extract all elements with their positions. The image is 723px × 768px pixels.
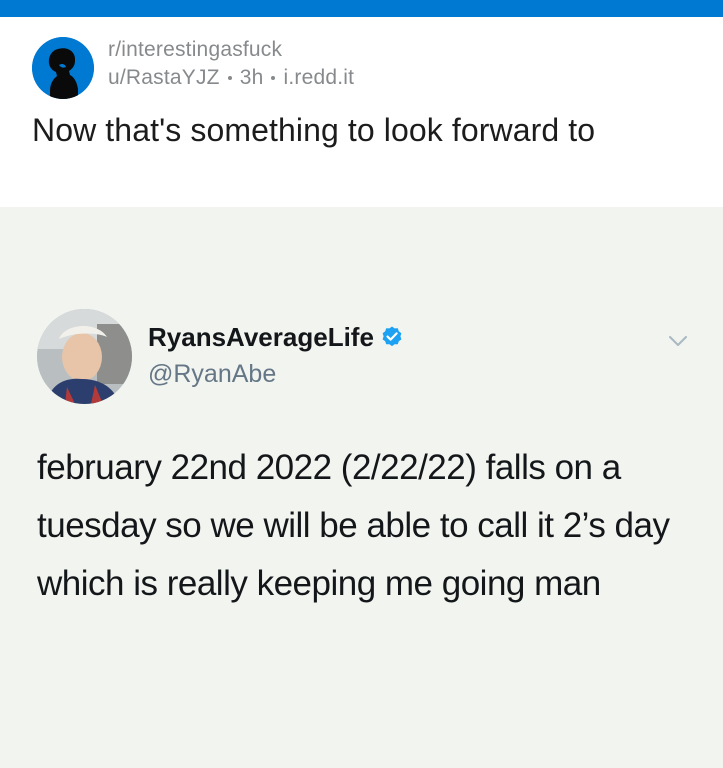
tweet-body-text: february 22nd 2022 (2/22/22) falls on a … (37, 448, 670, 603)
post-header: r/interestingasfuck u/RastaYJZ 3h i.redd… (0, 17, 723, 207)
subreddit-avatar[interactable] (32, 37, 94, 99)
top-accent-bar (0, 0, 723, 17)
separator-dot (227, 76, 232, 80)
post-title[interactable]: Now that's something to look forward to (32, 110, 692, 151)
post-meta: r/interestingasfuck u/RastaYJZ 3h i.redd… (108, 36, 354, 92)
subreddit-link[interactable]: r/interestingasfuck (108, 36, 354, 64)
post-age: 3h (239, 66, 264, 89)
tweet-author-row: RyansAverageLife (148, 321, 404, 353)
username-link[interactable]: u/RastaYJZ (108, 64, 220, 92)
verified-badge-icon (382, 326, 402, 347)
separator-dot (271, 76, 276, 80)
tweet-display-name: RyansAverageLife (148, 322, 374, 352)
tweet-handle: @RyanAbe (148, 360, 277, 388)
post-image-tweet[interactable]: RyansAverageLife @RyanAbe february 22nd … (0, 207, 723, 768)
chevron-down-icon (669, 336, 687, 346)
post-domain-link[interactable]: i.redd.it (283, 64, 354, 92)
post-byline: u/RastaYJZ 3h i.redd.it (108, 64, 354, 92)
tweet-avatar (37, 309, 132, 404)
